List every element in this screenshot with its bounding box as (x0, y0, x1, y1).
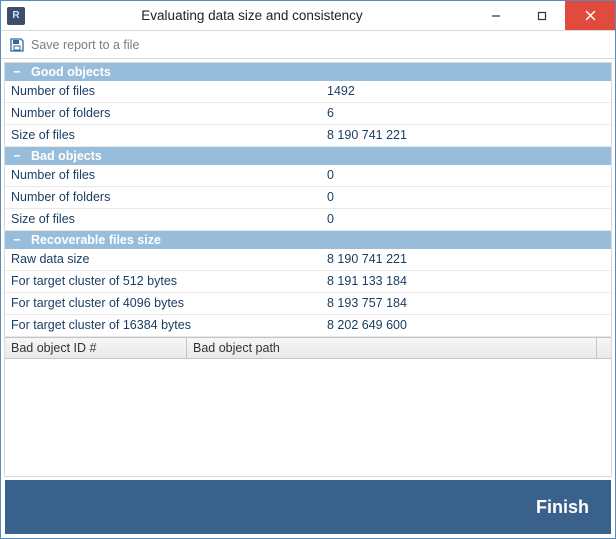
bad-objects-grid-header: Bad object ID # Bad object path (5, 337, 611, 359)
recoverable-16384-row: For target cluster of 16384 bytes 8 202 … (5, 315, 611, 337)
row-label: Size of files (11, 127, 327, 144)
good-folders-row: Number of folders 6 (5, 103, 611, 125)
row-label: Size of files (11, 211, 327, 228)
row-value: 0 (327, 211, 605, 228)
collapse-icon[interactable]: − (11, 233, 23, 247)
row-label: Raw data size (11, 251, 327, 268)
row-label: For target cluster of 16384 bytes (11, 317, 327, 334)
footer-bar: Finish (5, 480, 611, 534)
column-spacer (597, 338, 611, 358)
bad-files-row: Number of files 0 (5, 165, 611, 187)
column-bad-path[interactable]: Bad object path (187, 338, 597, 358)
window-title: Evaluating data size and consistency (31, 8, 473, 23)
section-recoverable-header[interactable]: − Recoverable files size (5, 231, 611, 249)
save-icon[interactable] (9, 37, 25, 53)
close-button[interactable] (565, 1, 615, 30)
column-bad-id[interactable]: Bad object ID # (5, 338, 187, 358)
section-recoverable-title: Recoverable files size (31, 233, 161, 247)
good-size-row: Size of files 8 190 741 221 (5, 125, 611, 147)
minimize-button[interactable] (473, 1, 519, 30)
row-label: Number of files (11, 83, 327, 100)
title-bar: R Evaluating data size and consistency (1, 1, 615, 31)
section-bad-header[interactable]: − Bad objects (5, 147, 611, 165)
row-label: Number of folders (11, 189, 327, 206)
section-bad-title: Bad objects (31, 149, 102, 163)
row-value: 0 (327, 167, 605, 184)
good-files-row: Number of files 1492 (5, 81, 611, 103)
row-label: Number of folders (11, 105, 327, 122)
row-value: 8 193 757 184 (327, 295, 605, 312)
row-label: Number of files (11, 167, 327, 184)
row-value: 6 (327, 105, 605, 122)
finish-button[interactable]: Finish (536, 497, 589, 518)
maximize-button[interactable] (519, 1, 565, 30)
bad-folders-row: Number of folders 0 (5, 187, 611, 209)
bad-size-row: Size of files 0 (5, 209, 611, 231)
row-label: For target cluster of 512 bytes (11, 273, 327, 290)
row-value: 8 190 741 221 (327, 251, 605, 268)
save-report-button[interactable]: Save report to a file (31, 38, 139, 52)
bad-objects-grid-body (5, 359, 611, 476)
collapse-icon[interactable]: − (11, 149, 23, 163)
row-value: 8 202 649 600 (327, 317, 605, 334)
row-value: 8 191 133 184 (327, 273, 605, 290)
row-value: 0 (327, 189, 605, 206)
row-value: 8 190 741 221 (327, 127, 605, 144)
toolbar: Save report to a file (1, 31, 615, 59)
window-controls (473, 1, 615, 30)
collapse-icon[interactable]: − (11, 65, 23, 79)
recoverable-4096-row: For target cluster of 4096 bytes 8 193 7… (5, 293, 611, 315)
section-good-title: Good objects (31, 65, 111, 79)
section-good-header[interactable]: − Good objects (5, 63, 611, 81)
app-icon: R (7, 7, 25, 25)
dialog-window: R Evaluating data size and consistency S… (0, 0, 616, 539)
report-content: − Good objects Number of files 1492 Numb… (4, 62, 612, 477)
row-label: For target cluster of 4096 bytes (11, 295, 327, 312)
recoverable-512-row: For target cluster of 512 bytes 8 191 13… (5, 271, 611, 293)
recoverable-raw-row: Raw data size 8 190 741 221 (5, 249, 611, 271)
row-value: 1492 (327, 83, 605, 100)
